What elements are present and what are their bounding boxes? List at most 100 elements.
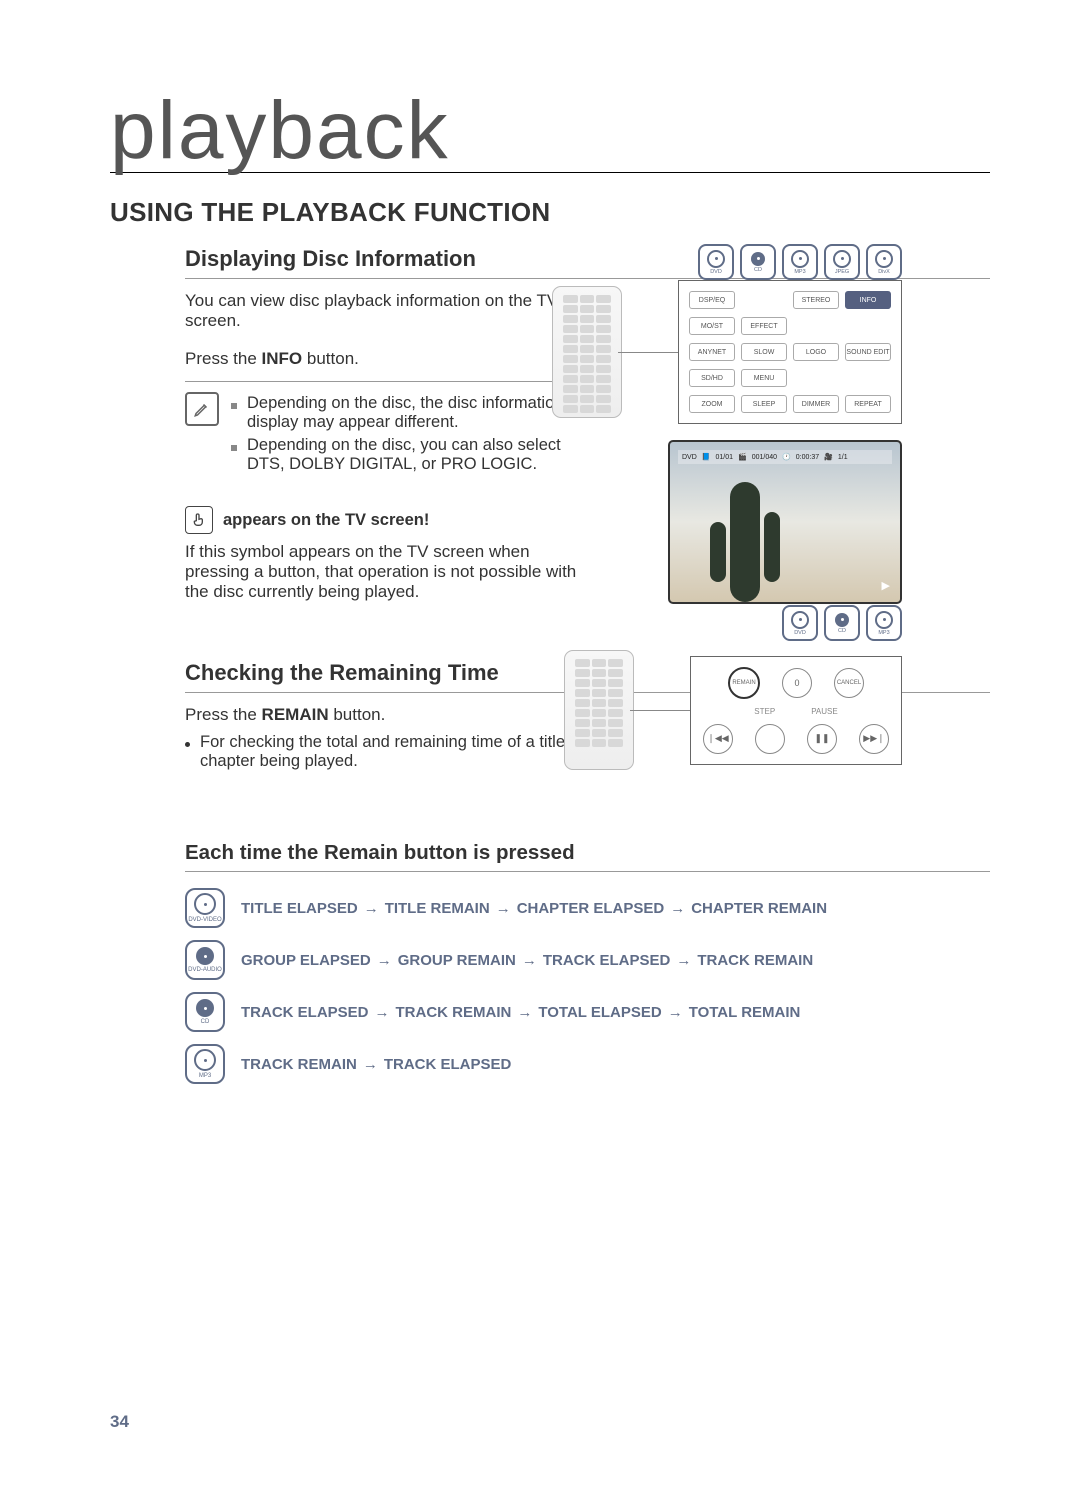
tv-frame: DVD 📘 01/01 🎬 001/040 🕐 0:00:37 🎥 1/1 ▶ (668, 440, 902, 604)
disc-badge-label: DVD (710, 269, 722, 275)
dspeq-button[interactable]: DSP/EQ (689, 291, 735, 309)
prev-button[interactable]: ❘◀◀ (703, 724, 733, 754)
tv-chapter: 001/040 (752, 454, 777, 461)
remain-row-dvd-video: DVD-VIDEOTITLE ELAPSED→TITLE REMAIN→CHAP… (185, 888, 990, 928)
pencil-note-icon (185, 392, 219, 426)
repeat-button[interactable]: REPEAT (845, 395, 891, 413)
disc-badge-label: DVD-VIDEO (188, 917, 221, 923)
remain-row-mp3: MP3TRACK REMAIN→TRACK ELAPSED (185, 1044, 990, 1084)
disc-icon (791, 250, 809, 268)
square-bullet-icon (231, 403, 237, 409)
disc-badge-mp3: MP3 (185, 1044, 225, 1084)
cancel-button[interactable]: CANCEL (834, 668, 864, 698)
remain-bullet-text: For checking the total and remaining tim… (200, 733, 605, 771)
zoom-button[interactable]: ZOOM (689, 395, 735, 413)
remain-state: TOTAL REMAIN (689, 1004, 801, 1021)
arrow-icon: → (496, 900, 511, 917)
remain-state: TOTAL ELAPSED (538, 1004, 661, 1021)
instr-pre: Press the (185, 349, 262, 368)
callout-line (618, 352, 678, 353)
zero-button[interactable]: 0 (782, 668, 812, 698)
arrow-icon: → (517, 1004, 532, 1021)
sdhd-button[interactable]: SD/HD (689, 369, 735, 387)
info-instruction: Press the INFO button. (185, 349, 585, 382)
dimmer-button[interactable]: DIMMER (793, 395, 839, 413)
hand-warning-heading: appears on the TV screen! (185, 506, 605, 534)
disc-badge-dvd-video: DVD-VIDEO (185, 888, 225, 928)
disc-badge-label: DivX (878, 269, 890, 275)
disc-badge-divx: DivX (866, 244, 902, 280)
tv-lang: 1/1 (838, 454, 848, 461)
logo-button[interactable]: LOGO (793, 343, 839, 361)
step-button-icon[interactable] (755, 724, 785, 754)
cactus-illustration (730, 482, 760, 602)
remain-instruction: Press the REMAIN button. (185, 705, 605, 725)
arrow-icon: → (363, 1056, 378, 1073)
arrow-icon: → (375, 1004, 390, 1021)
note1-text: Depending on the disc, the disc informat… (247, 394, 585, 432)
remote-info-figure: DSP/EQ STEREO INFO MO/ST EFFECT ANYNET S… (552, 280, 902, 424)
note2-text: Depending on the disc, you can also sele… (247, 436, 585, 474)
remain-bullet: For checking the total and remaining tim… (185, 733, 605, 771)
info-callout-panel: DSP/EQ STEREO INFO MO/ST EFFECT ANYNET S… (678, 280, 902, 424)
square-bullet-icon (231, 445, 237, 451)
hand-icon (185, 506, 213, 534)
disc-badge-cd: CD (185, 992, 225, 1032)
most-button[interactable]: MO/ST (689, 317, 735, 335)
remain-row-cd: CDTRACK ELAPSED→TRACK REMAIN→TOTAL ELAPS… (185, 992, 990, 1032)
effect-button[interactable]: EFFECT (741, 317, 787, 335)
disc-icon (196, 947, 214, 965)
disc-badge-jpeg: JPEG (824, 244, 860, 280)
menu-button[interactable]: MENU (741, 369, 787, 387)
remain-state: TRACK REMAIN (241, 1056, 357, 1073)
remain-row-dvd-audio: DVD-AUDIOGROUP ELAPSED→GROUP REMAIN→TRAC… (185, 940, 990, 980)
soundedit-button[interactable]: SOUND EDIT (845, 343, 891, 361)
remain-state: TRACK ELAPSED (543, 952, 671, 969)
section-heading: USING THE PLAYBACK FUNCTION (110, 197, 990, 228)
disc-badge-label: CD (201, 1019, 210, 1025)
disc-icon (875, 250, 893, 268)
pause-button[interactable]: ❚❚ (807, 724, 837, 754)
note-bullet-1: Depending on the disc, the disc informat… (231, 394, 585, 432)
slow-button[interactable]: SLOW (741, 343, 787, 361)
each-time-heading: Each time the Remain button is pressed (185, 841, 990, 872)
disc-badge-label: MP3 (199, 1073, 211, 1079)
hand-warning-text: If this symbol appears on the TV screen … (185, 542, 585, 602)
disc-icon (875, 611, 893, 629)
disc-badge-dvd: DVD (782, 605, 818, 641)
tv-info-bar: DVD 📘 01/01 🎬 001/040 🕐 0:00:37 🎥 1/1 (678, 450, 892, 464)
stereo-button[interactable]: STEREO (793, 291, 839, 309)
next-button[interactable]: ▶▶❘ (859, 724, 889, 754)
remain-instr-pre: Press the (185, 705, 262, 724)
disc-badges-disc-info: DVD CD MP3 JPEG DivX (698, 244, 902, 280)
remote-remain-figure: REMAIN 0 CANCEL STEP PAUSE ❘◀◀ ❚❚ ▶▶❘ (564, 650, 902, 770)
remain-state: TRACK REMAIN (396, 1004, 512, 1021)
disc-icon (835, 613, 849, 627)
disc-badge-cd: CD (824, 605, 860, 641)
disc-badge-label: JPEG (835, 269, 849, 275)
note-block: Depending on the disc, the disc informat… (185, 390, 585, 478)
disc-badge-mp3: MP3 (782, 244, 818, 280)
disc-icon (707, 250, 725, 268)
remain-callout-panel: REMAIN 0 CANCEL STEP PAUSE ❘◀◀ ❚❚ ▶▶❘ (690, 656, 902, 765)
play-icon: ▶ (882, 579, 890, 592)
anynet-button[interactable]: ANYNET (689, 343, 735, 361)
disc-badge-label: CD (754, 267, 762, 273)
info-button[interactable]: INFO (845, 291, 891, 309)
disc-badge-label: CD (838, 628, 846, 634)
arrow-icon: → (676, 952, 691, 969)
tv-screen-figure: DVD 📘 01/01 🎬 001/040 🕐 0:00:37 🎥 1/1 ▶ (668, 440, 902, 604)
disc-badge-label: MP3 (878, 630, 889, 636)
remain-button[interactable]: REMAIN (728, 667, 760, 699)
remain-sequence: TRACK ELAPSED→TRACK REMAIN→TOTAL ELAPSED… (241, 1004, 800, 1021)
hand-heading-text: appears on the TV screen! (223, 511, 429, 530)
sleep-button[interactable]: SLEEP (741, 395, 787, 413)
disc-icon (194, 893, 216, 915)
clock-icon: 🕐 (782, 453, 791, 461)
arrow-icon: → (364, 900, 379, 917)
remain-state: CHAPTER REMAIN (691, 900, 827, 917)
page-number: 34 (110, 1412, 129, 1432)
remain-state: GROUP REMAIN (398, 952, 516, 969)
dot-bullet-icon (185, 742, 190, 747)
disc-info-intro: You can view disc playback information o… (185, 291, 605, 331)
